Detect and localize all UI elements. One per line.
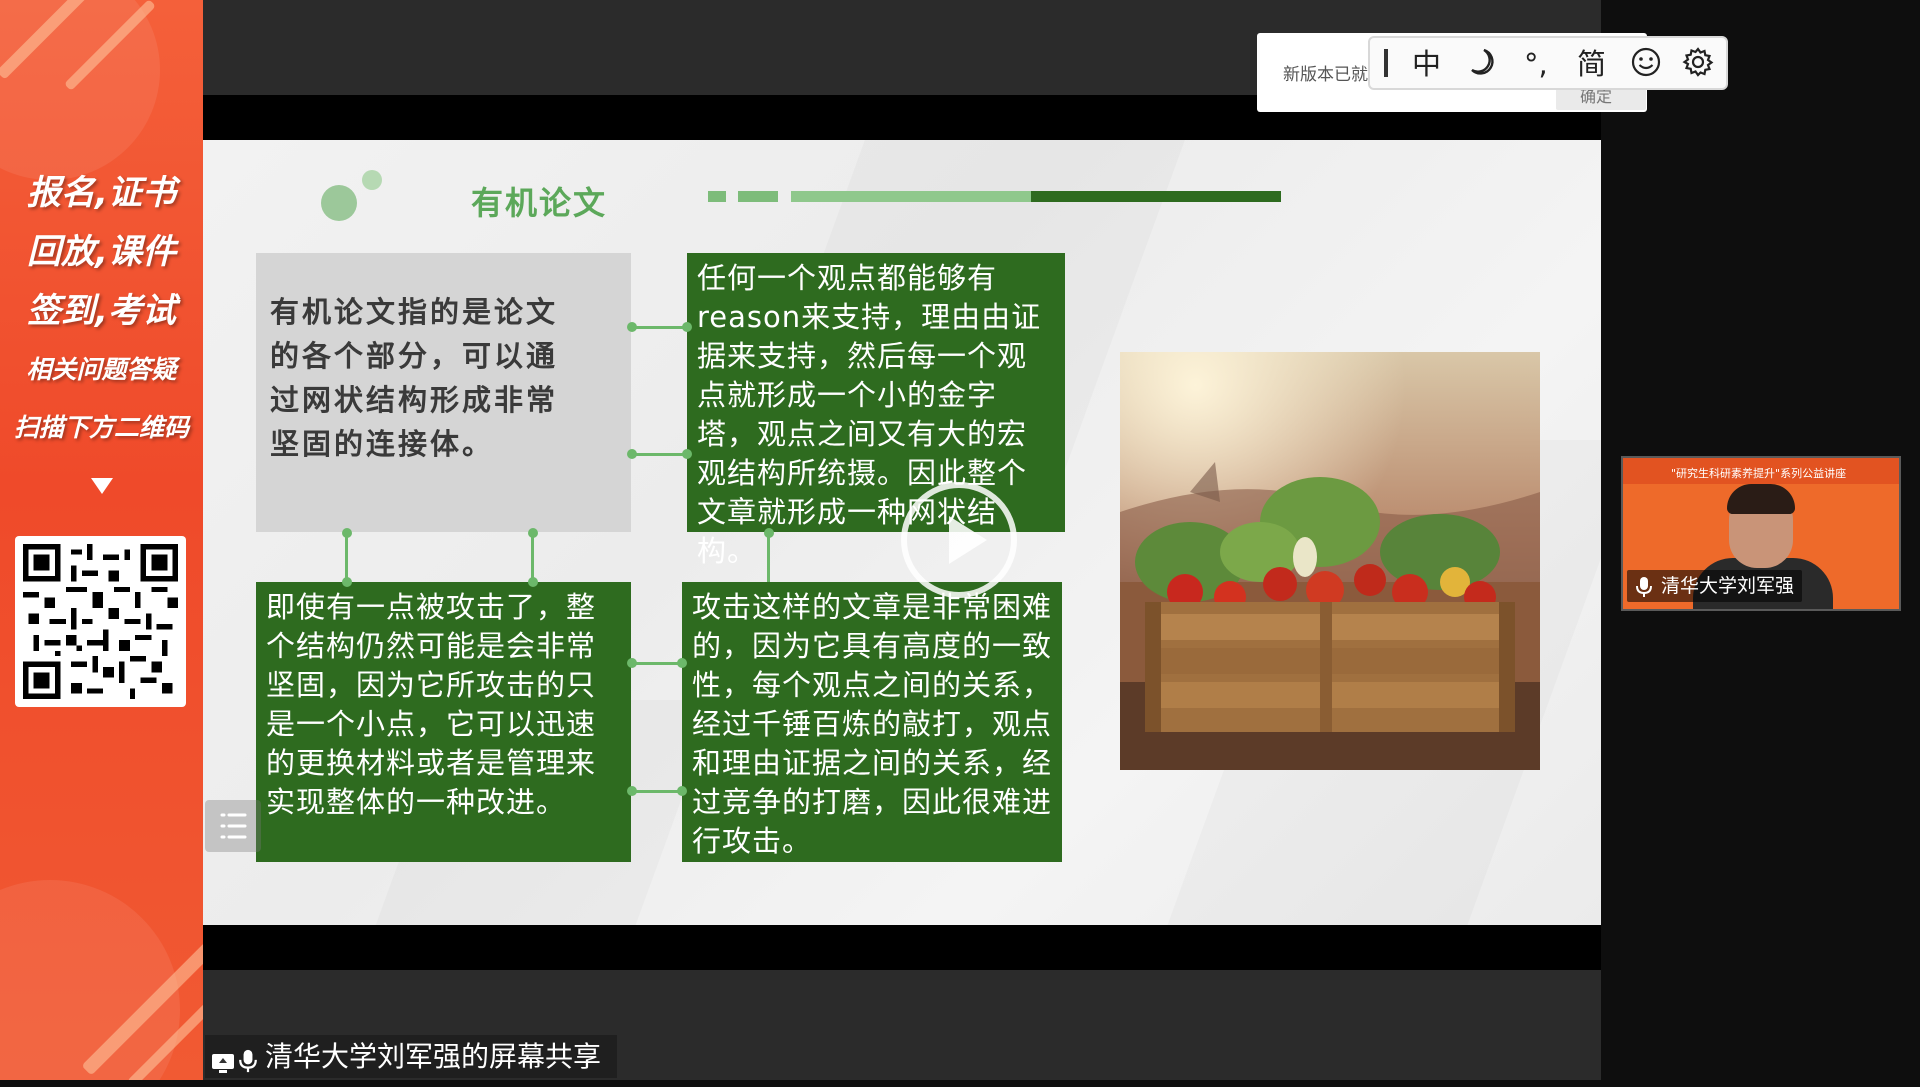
decor-dot [321,185,357,221]
promo-banner: 报名,证书 回放,课件 签到,考试 相关问题答疑 扫描下方二维码 [0,0,203,1080]
qr-code[interactable] [15,536,186,707]
title-bar-seg [791,191,1031,202]
screen-share-label: 清华大学刘军强的屏幕共享 [205,1035,617,1078]
ime-toolbar: 中 °, 简 [1368,36,1728,90]
connector-node [677,658,687,668]
ime-script-toggle[interactable]: 简 [1577,46,1606,82]
title-bar-seg [738,191,778,202]
moon-icon[interactable] [1466,46,1498,86]
gear-icon[interactable] [1682,46,1714,86]
connector [345,532,348,582]
letterbox-bottom [203,925,1601,970]
connector [631,662,682,665]
connector [631,326,687,329]
connector-node [627,658,637,668]
title-bar-seg [708,191,726,202]
connector-node [682,322,692,332]
update-toast-text: 新版本已就 [1283,65,1368,85]
screen-share-text: 清华大学刘军强的屏幕共享 [265,1040,602,1073]
point-box-consistency: 攻击这样的文章是非常困难的，因为它具有高度的一致性，每个观点之间的关系，经过千锤… [682,582,1062,862]
connector [531,532,534,582]
microphone-icon [1635,576,1653,608]
point-text-resilience: 即使有一点被攻击了，整个结构仍然可能是会非常坚固，因为它所攻击的只是一个小点，它… [266,590,597,819]
banner-line-registration: 报名,证书 [27,173,176,213]
point-text-consistency: 攻击这样的文章是非常困难的，因为它具有高度的一致性，每个观点之间的关系，经过千锤… [692,590,1053,858]
banner-line-replay: 回放,课件 [27,232,176,272]
participant-video[interactable]: "研究生科研素养提升"系列公益讲座 清华大学刘军强 [1621,456,1901,611]
point-box-resilience: 即使有一点被攻击了，整个结构仍然可能是会非常坚固，因为它所攻击的只是一个小点，它… [256,582,631,862]
connector-node [342,577,352,587]
participant-name: 清华大学刘军强 [1661,575,1795,597]
definition-text: 有机论文指的是论文的各个部分，可以通过网状结构形成非常坚固的连接体。 [270,295,559,461]
point-box-network: 任何一个观点都能够有reason来支持，理由由证据来支持，然后每一个观点就形成一… [687,253,1065,568]
connector-node [764,528,774,538]
connector-node [528,528,538,538]
banner-line-qa: 相关问题答疑 [26,355,177,384]
ime-mode-toggle[interactable]: 中 [1412,46,1441,82]
connector-node [627,449,637,459]
vegetable-crate-image [1120,352,1540,770]
title-bar-seg [1031,191,1281,202]
connector-node [627,322,637,332]
connector-node [677,786,687,796]
connector-node [342,528,352,538]
connector-node [528,577,538,587]
connector-node [627,786,637,796]
ime-drag-handle[interactable] [1384,49,1388,77]
participant-name-tag: 清华大学刘军强 [1627,570,1803,602]
emoji-icon[interactable] [1630,46,1662,86]
banner-line-signin: 签到,考试 [27,291,176,331]
list-icon[interactable] [205,800,261,852]
connector [631,453,687,456]
video-banner-text: "研究生科研素养提升"系列公益讲座 [1671,467,1847,480]
play-button[interactable] [901,482,1017,598]
connector [767,532,770,582]
slide-title: 有机论文 [471,184,608,222]
connector-node [682,449,692,459]
decor-dot-small [362,170,382,190]
ime-punctuation-toggle[interactable]: °, [1524,46,1548,82]
connector [631,790,682,793]
banner-line-scan: 扫描下方二维码 [13,413,189,442]
screen-share-icon [211,1044,235,1087]
down-arrow-icon [91,478,113,494]
speaker-hair [1727,484,1795,514]
